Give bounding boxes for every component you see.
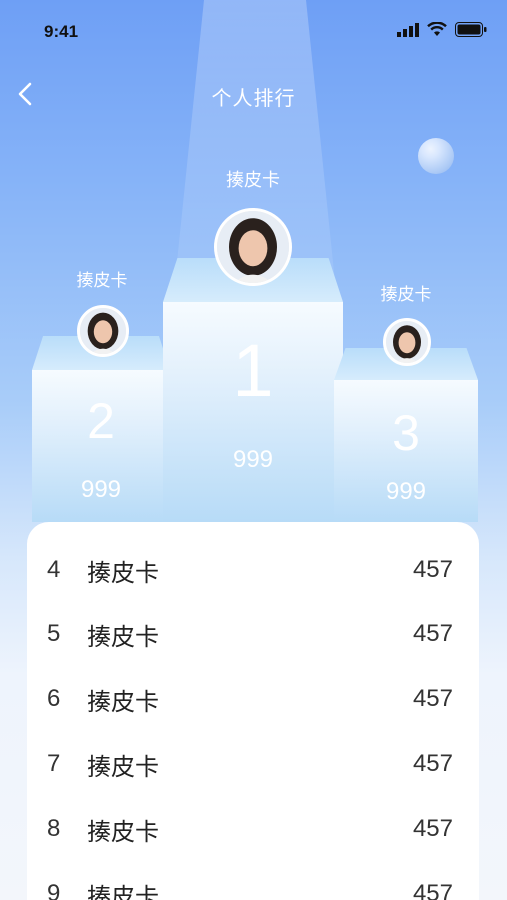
list-rank: 9: [47, 880, 61, 900]
status-time: 9:41: [44, 22, 79, 41]
podium-3-avatar[interactable]: [383, 318, 431, 366]
podium-3-name: 揍皮卡: [380, 285, 432, 305]
list-name: 揍皮卡: [87, 817, 159, 846]
list-name: 揍皮卡: [87, 882, 159, 900]
list-name: 揍皮卡: [87, 687, 159, 716]
list-item[interactable]: 5 揍皮卡 457: [27, 602, 479, 666]
list-name: 揍皮卡: [87, 558, 159, 587]
list-score: 457: [412, 685, 453, 712]
podium-1-name: 揍皮卡: [226, 170, 280, 191]
list-rank: 8: [47, 815, 61, 842]
ranking-list: 4 揍皮卡 457 5 揍皮卡 457 6 揍皮卡 457 7 揍皮卡 4 5 7 …: [27, 522, 479, 900]
battery-icon: [455, 22, 487, 37]
list-score: 457: [412, 880, 453, 900]
avatar-portrait-icon: [80, 308, 126, 354]
decorative-bubble: [418, 138, 454, 174]
list-score: 457: [412, 750, 453, 777]
podium-1: 1 999: [163, 258, 343, 522]
status-icons: [397, 22, 487, 37]
list-name: 揍皮卡: [87, 622, 159, 651]
wifi-icon: [427, 22, 447, 36]
list-rank: 7: [47, 750, 61, 777]
status-bar: 9:41: [0, 0, 507, 64]
podium-3-rank: 3: [392, 405, 420, 461]
list-item[interactable]: 6 揍皮卡 457: [27, 667, 479, 731]
list-item[interactable]: 4 揍皮卡 457: [27, 538, 479, 602]
podium-1-rank: 1: [232, 329, 274, 412]
podium-3: 3 999: [334, 348, 478, 522]
list-item[interactable]: 7 揍皮卡 457: [27, 732, 479, 796]
podium-2-rank: 2: [87, 393, 115, 449]
podium-3-score: 999: [385, 478, 427, 505]
podium-2: 2 999: [32, 336, 170, 522]
podium-2-name: 揍皮卡: [76, 271, 128, 291]
list-item[interactable]: 8 揍皮卡 457: [27, 797, 479, 861]
list-score: 457: [412, 620, 453, 647]
avatar-portrait-icon: [386, 321, 428, 363]
nav-bar: 个人排行: [0, 70, 507, 120]
list-item[interactable]: 9 揍皮卡 457: [27, 862, 479, 900]
signal-icon: [397, 22, 419, 37]
list-rank: 4: [47, 556, 61, 583]
list-score: 457: [412, 556, 453, 583]
list-rank: 5: [47, 620, 61, 647]
podium-2-score: 999: [80, 476, 122, 503]
podium-2-avatar[interactable]: [77, 305, 129, 357]
avatar-portrait-icon: [217, 211, 289, 283]
podium-1-avatar[interactable]: [214, 208, 292, 286]
list-name: 揍皮卡: [87, 752, 159, 781]
podium-1-score: 999: [232, 446, 274, 473]
page-title: 个人排行: [211, 86, 296, 110]
list-rank: 6: [47, 685, 61, 712]
list-score: 457: [412, 815, 453, 842]
